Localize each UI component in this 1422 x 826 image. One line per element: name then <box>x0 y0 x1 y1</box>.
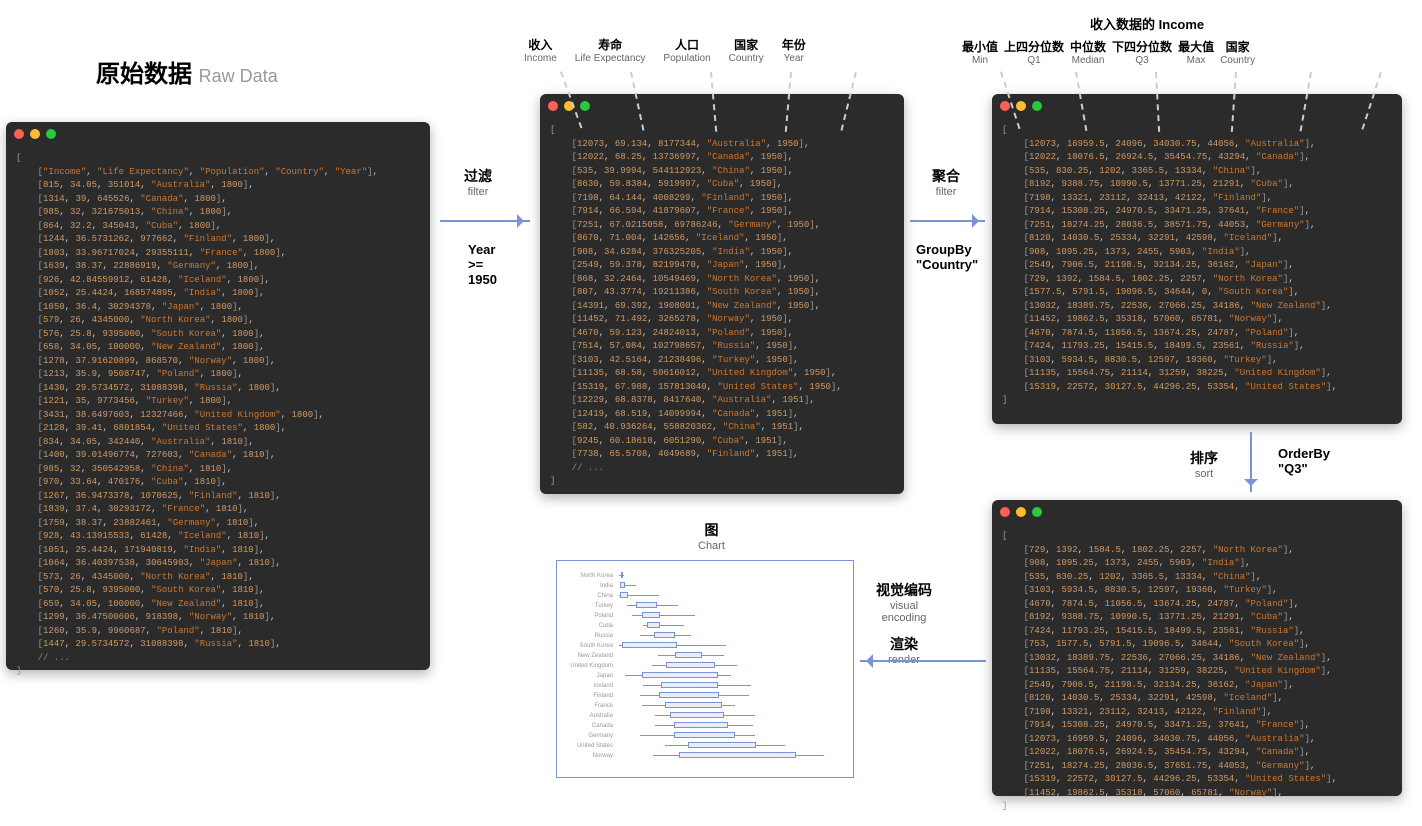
column-label: 年份Year <box>782 36 806 64</box>
minimize-icon <box>30 129 40 139</box>
terminal-raw-data: [ ["Income", "Life Expectancy", "Populat… <box>6 122 430 670</box>
column-label: 人口Population <box>663 36 710 64</box>
chart-row: France <box>567 701 843 711</box>
chart-row: China <box>567 591 843 601</box>
column-label: 国家Country <box>1220 38 1255 66</box>
arrow-render <box>860 660 986 662</box>
column-labels-aggregated: 最小值Min上四分位数Q1中位数Median下四分位数Q3最大值Max国家Cou… <box>962 38 1255 66</box>
terminal-content: [ [729, 1392, 1584.5, 1802.25, 2257, "No… <box>992 524 1402 826</box>
close-icon <box>1000 507 1010 517</box>
terminal-header <box>992 94 1402 118</box>
title-cn: 原始数据 <box>96 61 192 88</box>
terminal-content: [ ["Income", "Life Expectancy", "Populat… <box>6 146 430 691</box>
terminal-header <box>992 500 1402 524</box>
page-title: 原始数据 Raw Data <box>96 54 278 89</box>
close-icon <box>548 101 558 111</box>
maximize-icon <box>1032 507 1042 517</box>
chart-row: India <box>567 581 843 591</box>
step-filter: 过滤 filter <box>464 166 492 198</box>
minimize-icon <box>1016 507 1026 517</box>
chart-row: Finland <box>567 691 843 701</box>
chart-row: United States <box>567 741 843 751</box>
title-en: Raw Data <box>199 66 278 86</box>
chart-row: Cuba <box>567 621 843 631</box>
close-icon <box>1000 101 1010 111</box>
maximize-icon <box>1032 101 1042 111</box>
chart-row: Poland <box>567 611 843 621</box>
chart-row: Norway <box>567 751 843 761</box>
chart-row: United Kingdom <box>567 661 843 671</box>
step-render: 视觉编码 visual encoding 渲染 render <box>876 580 932 666</box>
chart-row: Canada <box>567 721 843 731</box>
chart-row: Iceland <box>567 681 843 691</box>
panel3-header: 收入数据的 Income <box>1090 14 1204 33</box>
column-labels-filtered: 收入Income 寿命Life Expectancy 人口Population 国家C… <box>524 36 806 64</box>
chart-row: Australia <box>567 711 843 721</box>
chart-row: Russia <box>567 631 843 641</box>
param-filter: Year >= 1950 <box>468 242 497 287</box>
chart-row: Japan <box>567 671 843 681</box>
param-aggregate: GroupBy "Country" <box>916 242 978 272</box>
maximize-icon <box>580 101 590 111</box>
column-label: 上四分位数Q1 <box>1004 38 1064 66</box>
column-label: 下四分位数Q3 <box>1112 38 1172 66</box>
column-label: 中位数Median <box>1070 38 1106 66</box>
terminal-content: [ [12073, 16959.5, 24096, 34030.75, 4405… <box>992 118 1402 420</box>
terminal-aggregated: [ [12073, 16959.5, 24096, 34030.75, 4405… <box>992 94 1402 424</box>
column-label: 寿命Life Expectancy <box>575 36 646 64</box>
chart-row: New Zealand <box>567 651 843 661</box>
close-icon <box>14 129 24 139</box>
step-aggregate: 聚合 filter <box>932 166 960 198</box>
column-label: 最小值Min <box>962 38 998 66</box>
chart-label: 图 Chart <box>698 520 725 552</box>
step-sort: 排序 sort <box>1190 448 1218 480</box>
chart-row: North Korea <box>567 571 843 581</box>
column-label: 国家Country <box>729 36 764 64</box>
chart-row: Turkey <box>567 601 843 611</box>
column-label: 收入Income <box>524 36 557 64</box>
terminal-filtered: [ [12073, 69.134, 8177344, "Australia", … <box>540 94 904 494</box>
chart-preview: North KoreaIndiaChinaTurkeyPolandCubaRus… <box>556 560 854 778</box>
terminal-sorted: [ [729, 1392, 1584.5, 1802.25, 2257, "No… <box>992 500 1402 796</box>
terminal-header <box>6 122 430 146</box>
chart-row: Germany <box>567 731 843 741</box>
minimize-icon <box>1016 101 1026 111</box>
chart-inner: North KoreaIndiaChinaTurkeyPolandCubaRus… <box>557 561 853 771</box>
maximize-icon <box>46 129 56 139</box>
column-label: 最大值Max <box>1178 38 1214 66</box>
chart-row: South Korea <box>567 641 843 651</box>
terminal-content: [ [12073, 69.134, 8177344, "Australia", … <box>540 118 904 501</box>
arrow-sort <box>1250 432 1252 492</box>
arrow-aggregate <box>910 220 985 222</box>
arrow-filter <box>440 220 530 222</box>
param-sort: OrderBy "Q3" <box>1278 446 1330 476</box>
